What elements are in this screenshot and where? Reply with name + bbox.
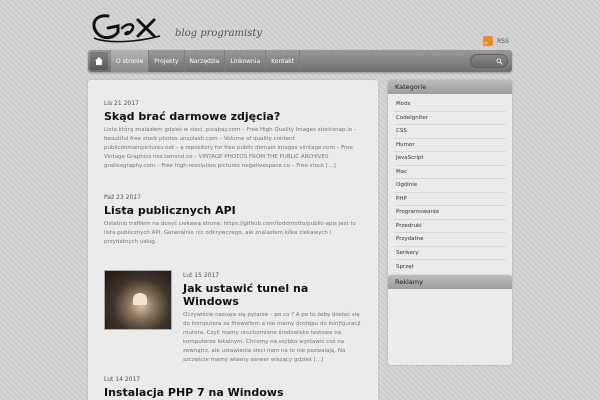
category-item[interactable]: Przedruki — [394, 220, 506, 233]
post-excerpt: Oczywiście nasuwa się pytanie – po co ? … — [183, 312, 361, 363]
category-item[interactable]: CodeIgniter — [394, 112, 506, 125]
main-navbar: O stronie Projekty Narzędzia Linkownia K… — [88, 50, 512, 72]
post-date: Lis 21 2017 — [104, 100, 139, 107]
nav-item-projekty[interactable]: Projekty — [149, 50, 185, 72]
post-item: Lut 14 2017 Instalacja PHP 7 na Windows — [104, 376, 364, 400]
site-tagline: blog programisty — [175, 28, 263, 39]
category-item[interactable]: Sprzęt — [394, 260, 506, 274]
category-item[interactable]: JavaScript — [394, 152, 506, 166]
post-thumbnail-tunnel[interactable] — [104, 270, 172, 330]
post-title-link[interactable]: Skąd brać darmowe zdjęcia? — [104, 110, 364, 123]
post-title-link[interactable]: Jak ustawić tunel na Windows — [183, 282, 363, 308]
post-excerpt: Lista którą znalazłem gdzieś w sieci. pi… — [104, 127, 357, 169]
category-item[interactable]: Mac — [394, 166, 506, 179]
category-item[interactable]: Przydatne — [394, 233, 506, 247]
category-item[interactable]: Serwery — [394, 247, 506, 260]
post-title-link[interactable]: Instalacja PHP 7 na Windows — [104, 386, 364, 399]
nav-item-o-stronie[interactable]: O stronie — [111, 50, 150, 72]
category-item[interactable]: Programowanie — [394, 206, 506, 220]
post-date: Lut 15 2017 — [183, 272, 220, 279]
post-list: Lis 21 2017 Skąd brać darmowe zdjęcia? L… — [88, 80, 378, 400]
search-icon — [496, 57, 503, 65]
post-item: Paź 23 2017 Lista publicznych API Ostatn… — [104, 194, 364, 247]
categories-title: Kategorie — [388, 80, 512, 94]
ads-title: Reklamy — [388, 275, 512, 289]
post-item: Lis 21 2017 Skąd brać darmowe zdjęcia? L… — [104, 100, 364, 171]
post-title-link[interactable]: Lista publicznych API — [104, 204, 364, 217]
nav-item-linkownia[interactable]: Linkownia — [225, 50, 267, 72]
home-icon — [95, 57, 103, 65]
nav-item-narzedzia[interactable]: Narzędzia — [185, 50, 226, 72]
search-input[interactable] — [470, 54, 508, 68]
category-item[interactable]: Ogólnie — [394, 179, 506, 193]
category-item[interactable]: PHP — [394, 193, 506, 206]
rss-icon — [483, 36, 493, 46]
home-button[interactable] — [90, 52, 108, 70]
site-logo[interactable] — [88, 10, 168, 44]
ads-widget: Reklamy — [388, 275, 512, 365]
post-item: Lut 15 2017 Jak ustawić tunel na Windows… — [183, 272, 363, 365]
rss-link[interactable]: RSS — [483, 36, 509, 46]
category-item[interactable]: Humor — [394, 139, 506, 152]
post-date: Paź 23 2017 — [104, 194, 141, 201]
rss-label: RSS — [497, 37, 509, 45]
nav-item-kontakt[interactable]: Kontakt — [266, 50, 301, 72]
category-item[interactable]: Mods — [394, 98, 506, 112]
post-date: Lut 14 2017 — [104, 376, 141, 383]
category-item[interactable]: CSS — [394, 125, 506, 139]
post-excerpt: Ostatnio trafiłem na dosyć ciekawą stron… — [104, 221, 356, 245]
category-list: Mods CodeIgniter CSS Humor JavaScript Ma… — [388, 94, 512, 278]
categories-widget: Kategorie Mods CodeIgniter CSS Humor Jav… — [388, 80, 512, 278]
